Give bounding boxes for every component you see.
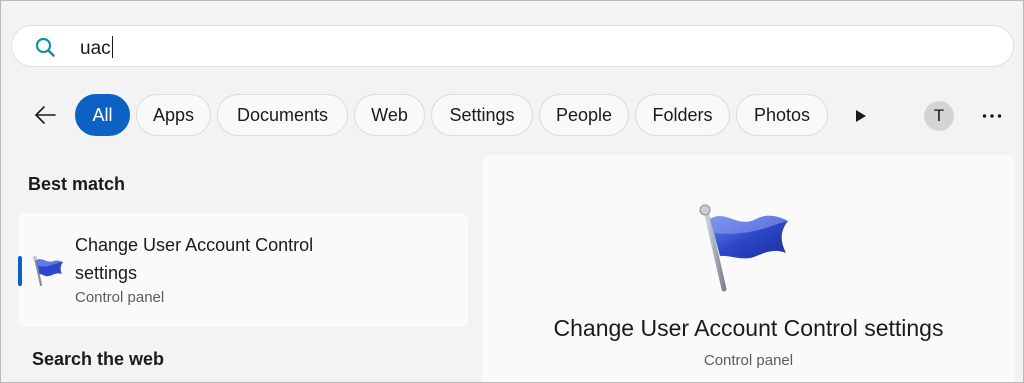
more-filters-button[interactable] — [846, 101, 876, 131]
filter-chip-documents[interactable]: Documents — [217, 94, 348, 136]
filter-chip-folders[interactable]: Folders — [635, 94, 730, 136]
filter-chip-settings[interactable]: Settings — [431, 94, 533, 136]
text-caret — [111, 36, 114, 58]
best-match-result[interactable]: Change User Account Control settings Con… — [18, 213, 468, 327]
preview-title: Change User Account Control settings — [553, 315, 944, 341]
avatar[interactable]: T — [924, 101, 954, 131]
more-options-button[interactable] — [976, 101, 1008, 131]
best-match-title: Change User Account Control settings — [75, 235, 314, 283]
play-arrow-icon — [856, 110, 866, 122]
uac-flag-icon — [699, 204, 788, 292]
back-arrow-icon — [35, 106, 56, 124]
preview-subtitle: Control panel — [703, 352, 794, 369]
search-query-text: uac — [80, 38, 111, 59]
uac-flag-icon — [32, 255, 63, 287]
filter-chip-photos[interactable]: Photos — [736, 94, 828, 136]
filter-chip-web[interactable]: Web — [354, 94, 425, 136]
best-match-subtitle: Control panel — [75, 289, 165, 306]
selection-indicator — [18, 256, 22, 286]
preview-pane: Change User Account Control settings Con… — [482, 155, 1015, 382]
search-the-web-heading: Search the web — [32, 349, 165, 369]
best-match-heading: Best match — [28, 174, 126, 194]
search-input[interactable]: uac — [80, 36, 114, 60]
back-button[interactable] — [27, 97, 63, 133]
filter-chip-people[interactable]: People — [539, 94, 629, 136]
filter-chip-all[interactable]: All — [75, 94, 130, 136]
start-search-window: uac All Apps Documents Web Settings Peop… — [0, 0, 1024, 383]
search-bar[interactable]: uac — [11, 25, 1014, 67]
search-icon — [35, 37, 55, 57]
filter-chip-apps[interactable]: Apps — [136, 94, 211, 136]
more-horizontal-icon — [982, 114, 1002, 118]
